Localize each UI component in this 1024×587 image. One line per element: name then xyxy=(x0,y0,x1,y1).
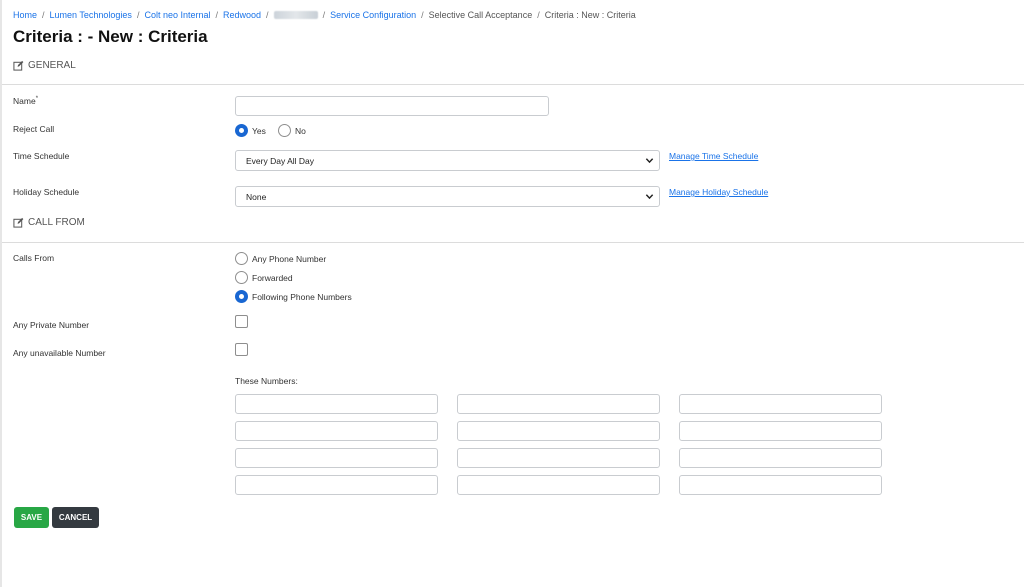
reject-yes-label: Yes xyxy=(252,126,266,136)
private-number-checkbox[interactable] xyxy=(235,315,248,328)
reject-no-radio[interactable] xyxy=(278,124,291,137)
save-button[interactable]: SAVE xyxy=(14,507,49,528)
divider xyxy=(2,242,1024,243)
number-input[interactable] xyxy=(457,394,660,414)
calls-from-following-radio[interactable] xyxy=(235,290,248,303)
breadcrumb-colt[interactable]: Colt neo Internal xyxy=(144,10,210,20)
calls-from-forwarded-label: Forwarded xyxy=(252,273,293,283)
page-title: Criteria : - New : Criteria xyxy=(13,27,208,46)
breadcrumb-home[interactable]: Home xyxy=(13,10,37,20)
number-input[interactable] xyxy=(679,475,882,495)
section-call-from-label: CALL FROM xyxy=(28,217,85,228)
number-input[interactable] xyxy=(679,421,882,441)
private-number-label: Any Private Number xyxy=(13,320,90,330)
time-schedule-label: Time Schedule xyxy=(13,151,70,161)
time-schedule-value: Every Day All Day xyxy=(246,155,315,166)
number-input[interactable] xyxy=(235,475,438,495)
page-border xyxy=(0,0,2,587)
breadcrumb-service-config[interactable]: Service Configuration xyxy=(330,10,416,20)
number-input[interactable] xyxy=(679,448,882,468)
breadcrumb: Home / Lumen Technologies / Colt neo Interna… xyxy=(13,10,636,20)
manage-time-schedule-link[interactable]: Manage Time Schedule xyxy=(669,151,758,161)
time-schedule-select[interactable]: Every Day All Day xyxy=(235,150,660,171)
breadcrumb-sca: Selective Call Acceptance xyxy=(428,10,533,20)
calls-from-any-label: Any Phone Number xyxy=(252,254,327,264)
section-general: GENERAL xyxy=(13,60,76,71)
number-input[interactable] xyxy=(235,448,438,468)
calls-from-any-radio[interactable] xyxy=(235,252,248,265)
number-input[interactable] xyxy=(457,421,660,441)
breadcrumb-redacted[interactable] xyxy=(273,11,318,19)
number-input[interactable] xyxy=(235,394,438,414)
manage-holiday-schedule-link[interactable]: Manage Holiday Schedule xyxy=(669,187,768,197)
number-input[interactable] xyxy=(235,421,438,441)
calls-from-following-label: Following Phone Numbers xyxy=(252,292,352,302)
these-numbers-label: These Numbers: xyxy=(235,376,298,386)
holiday-schedule-select[interactable]: None xyxy=(235,186,660,207)
unavailable-number-checkbox[interactable] xyxy=(235,343,248,356)
unavailable-number-label: Any unavailable Number xyxy=(13,348,106,358)
holiday-schedule-value: None xyxy=(246,191,267,202)
calls-from-forwarded-radio[interactable] xyxy=(235,271,248,284)
number-input[interactable] xyxy=(457,448,660,468)
reject-call-label: Reject Call xyxy=(13,124,55,134)
edit-icon xyxy=(13,217,24,228)
number-input[interactable] xyxy=(679,394,882,414)
section-general-label: GENERAL xyxy=(28,60,76,71)
reject-no-label: No xyxy=(295,126,306,136)
section-call-from: CALL FROM xyxy=(13,217,85,228)
breadcrumb-current: Criteria : New : Criteria xyxy=(544,10,636,20)
reject-yes-radio[interactable] xyxy=(235,124,248,137)
breadcrumb-redwood[interactable]: Redwood xyxy=(223,10,261,20)
name-label: Name* xyxy=(13,96,39,106)
cancel-button[interactable]: CANCEL xyxy=(52,507,99,528)
calls-from-label: Calls From xyxy=(13,253,55,263)
divider xyxy=(2,84,1024,85)
name-input[interactable] xyxy=(235,96,549,116)
breadcrumb-lumen[interactable]: Lumen Technologies xyxy=(50,10,132,20)
holiday-schedule-label: Holiday Schedule xyxy=(13,187,80,197)
edit-icon xyxy=(13,60,24,71)
chevron-down-icon xyxy=(645,194,654,200)
number-input[interactable] xyxy=(457,475,660,495)
chevron-down-icon xyxy=(645,158,654,164)
